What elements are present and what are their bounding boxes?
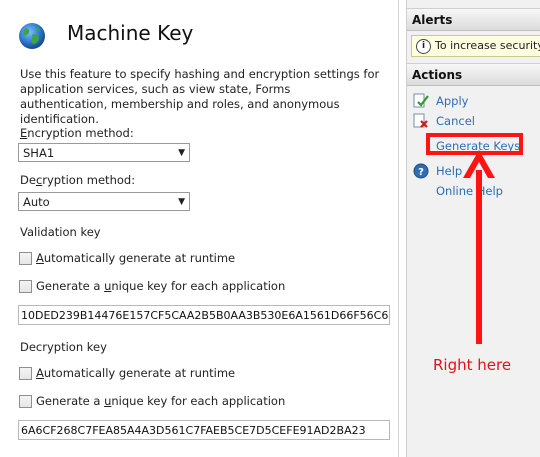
decryption-key-field[interactable]: 6A6CF268C7FEA85A4A3D561C7FAEB5CE7D5CEFE9…: [18, 420, 390, 440]
feature-pane: Machine Key Use this feature to specify …: [0, 0, 399, 457]
online-help-link[interactable]: Online Help: [436, 184, 503, 198]
validation-key-label: Validation key: [20, 225, 101, 239]
decryption-unique-key-checkbox[interactable]: [19, 395, 32, 408]
decryption-key-label: Decryption key: [20, 340, 107, 354]
decryption-unique-key-label[interactable]: Generate a unique key for each applicati…: [36, 394, 285, 408]
decryption-method-select[interactable]: Auto ▼: [18, 192, 190, 211]
alerts-header: Alerts: [407, 8, 540, 31]
page-title: Machine Key: [67, 21, 194, 45]
decryption-method-value: Auto: [23, 195, 50, 209]
feature-description: Use this feature to specify hashing and …: [20, 67, 380, 126]
alert-message[interactable]: i To increase security: [411, 35, 540, 57]
chevron-down-icon: ▼: [178, 197, 185, 207]
validation-auto-generate-checkbox[interactable]: [19, 252, 32, 265]
encryption-method-select[interactable]: SHA1 ▼: [18, 143, 190, 162]
decryption-auto-generate-label[interactable]: Automatically generate at runtime: [36, 366, 235, 380]
cancel-link[interactable]: Cancel: [436, 114, 475, 128]
annotation-arrow: [476, 170, 482, 344]
info-icon: i: [416, 38, 431, 54]
alert-text: To increase security: [435, 39, 540, 52]
apply-link[interactable]: Apply: [436, 94, 468, 108]
validation-unique-key-label[interactable]: Generate a unique key for each applicati…: [36, 279, 285, 293]
decryption-auto-generate-checkbox[interactable]: [19, 367, 32, 380]
encryption-method-value: SHA1: [23, 146, 55, 160]
help-icon: ?: [413, 163, 429, 179]
apply-icon: [413, 93, 429, 108]
svg-text:?: ?: [418, 167, 424, 178]
actions-header: Actions: [407, 63, 540, 86]
validation-auto-generate-label[interactable]: Automatically generate at runtime: [36, 251, 235, 265]
validation-unique-key-checkbox[interactable]: [19, 280, 32, 293]
globe-icon: [19, 23, 45, 49]
chevron-down-icon: ▼: [178, 148, 185, 158]
annotation-text: Right here: [433, 356, 512, 374]
validation-key-field[interactable]: 10DED239B14476E157CF5CAA2B5B0AA3B530E6A1…: [18, 305, 390, 325]
decryption-method-label: Decryption method:: [20, 173, 136, 187]
actions-pane: Alerts i To increase security Actions App…: [406, 0, 540, 457]
cancel-icon: [413, 113, 428, 128]
help-link[interactable]: Help: [436, 164, 462, 178]
encryption-method-label: Encryption method:: [20, 126, 134, 140]
